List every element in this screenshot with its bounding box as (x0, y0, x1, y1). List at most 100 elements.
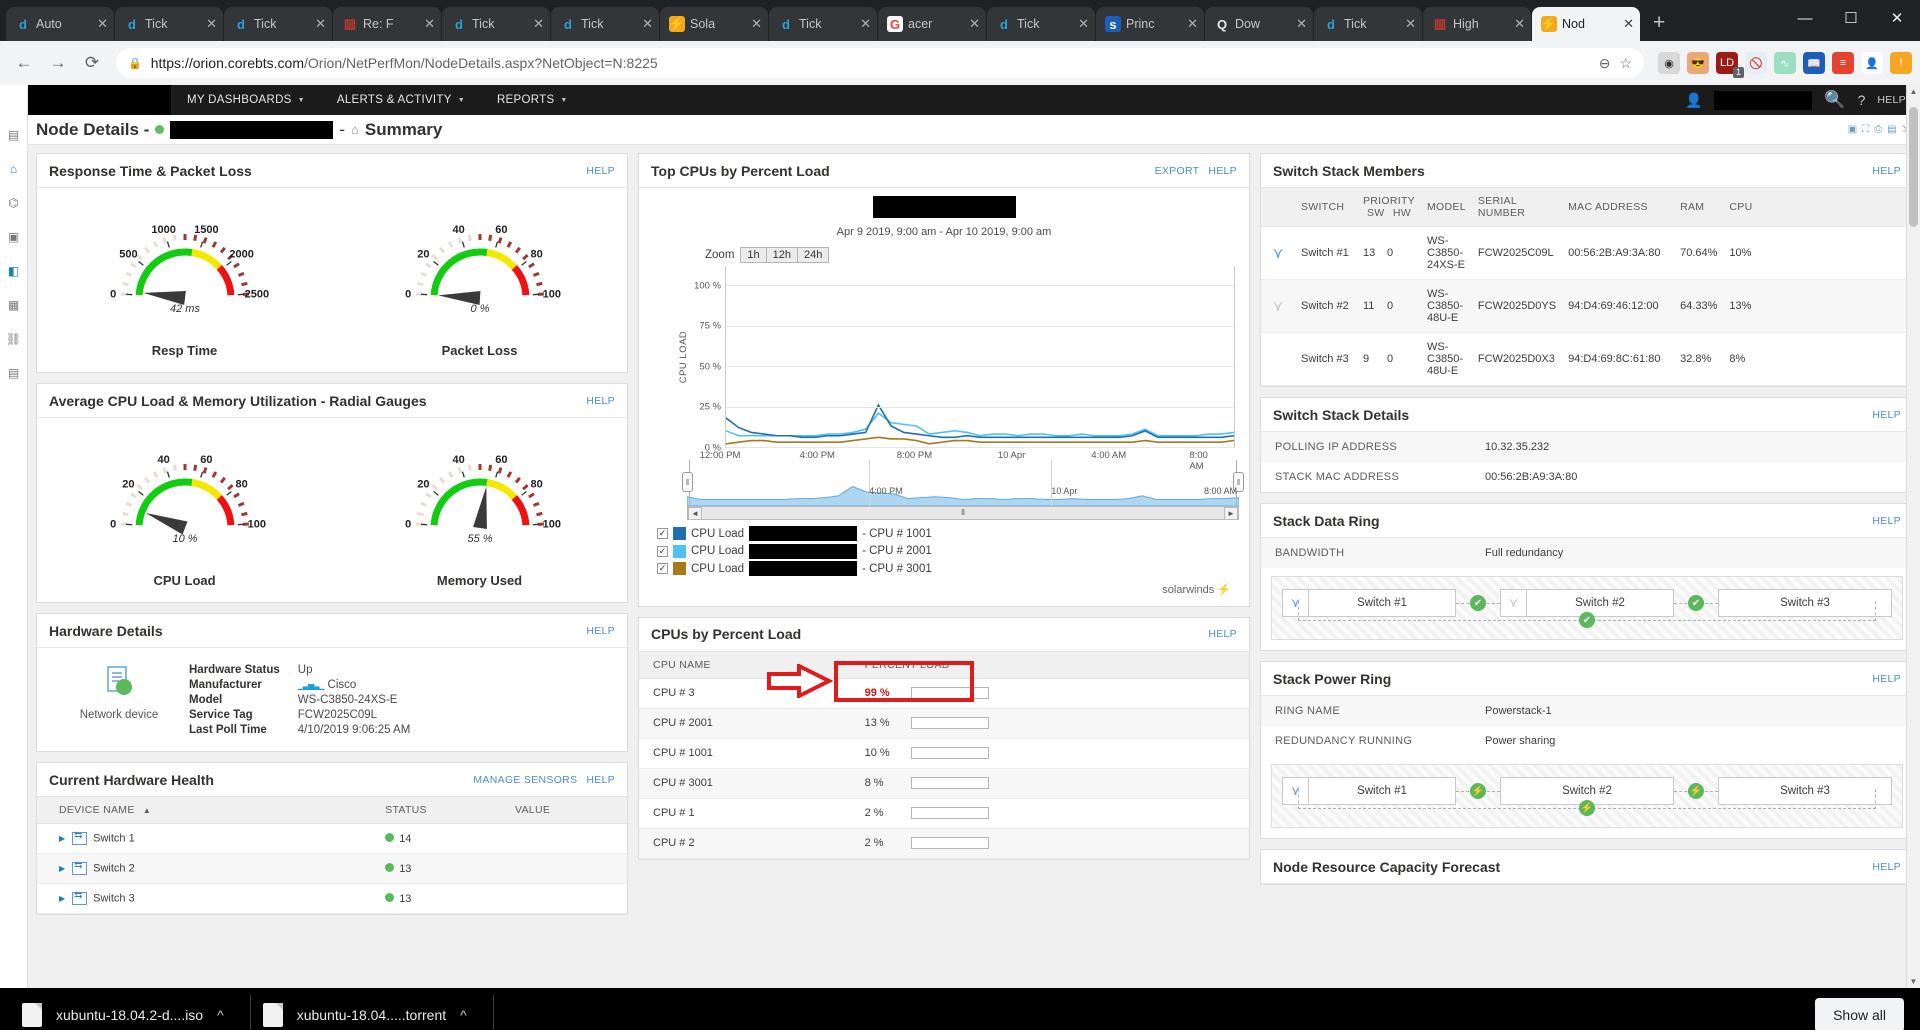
user-icon[interactable]: 👤 (1685, 92, 1702, 109)
browser-tab[interactable]: Gacer ✕ (878, 7, 986, 41)
tab-close-icon[interactable]: ✕ (642, 16, 653, 32)
legend-checkbox[interactable]: ✓ (657, 528, 668, 539)
node-icon[interactable]: ◧ (6, 263, 22, 279)
table-row[interactable]: ▶ Switch 2 13 (37, 853, 627, 884)
col-value[interactable]: VALUE (508, 797, 627, 824)
col-ram[interactable]: RAM (1674, 188, 1724, 227)
expand-triangle-icon[interactable]: ▶ (59, 894, 65, 903)
customize-icon[interactable]: ▣ (1848, 124, 1857, 135)
help-link[interactable]: HELP (586, 165, 615, 177)
browser-tab[interactable]: ⚡ Nod ✕ (1532, 7, 1640, 41)
scroll-right-arrow[interactable]: ► (1224, 506, 1238, 520)
update-alert-icon[interactable]: ! (1890, 52, 1912, 74)
nav-alerts-activity[interactable]: ALERTS & ACTIVITY ▼ (321, 94, 481, 106)
tab-close-icon[interactable]: ✕ (1187, 16, 1198, 32)
browser-tab[interactable]: d Tick ✕ (987, 7, 1095, 41)
todoist-icon[interactable]: ≡ (1832, 52, 1854, 74)
page-scrollbar[interactable]: ▲ ▼ (1906, 85, 1920, 988)
search-icon[interactable]: 🔍 (1824, 90, 1845, 110)
zoom-24h-button[interactable]: 24h (797, 247, 830, 263)
audio-icon[interactable]: ∿ (1774, 52, 1796, 74)
col-device-name[interactable]: DEVICE NAME ▲ (37, 797, 380, 824)
topology-icon[interactable]: ⛓ (6, 331, 22, 347)
browser-tab[interactable]: Q Dow ✕ (1205, 7, 1313, 41)
table-row[interactable]: ▶ Switch 1 14 (37, 823, 627, 854)
devices-icon[interactable]: ▣ (6, 229, 22, 245)
col-cpu-name[interactable]: CPU NAME (639, 651, 859, 679)
scroll-down-arrow[interactable]: ▼ (1907, 977, 1920, 986)
nav-reports[interactable]: REPORTS ▼ (481, 94, 584, 106)
scroll-up-arrow[interactable]: ▲ (1907, 87, 1920, 96)
browser-tab[interactable]: ▥ Re: F ✕ (333, 7, 441, 41)
help-link[interactable]: HELP (1872, 165, 1901, 177)
star-icon[interactable]: ☆ (1619, 55, 1632, 72)
chart-icon[interactable]: ▤ (6, 127, 22, 143)
table-row[interactable]: ⋎ Switch #2 11 0 WS-C3850-48U-E FCW2025D0YS 94… (1261, 279, 1913, 333)
layers-icon[interactable]: ▦ (6, 297, 22, 313)
table-row[interactable]: ⋎ Switch #1 13 0 WS-C3850-24XS-E FCW2025C09L 0… (1261, 226, 1913, 280)
download-item[interactable]: xubuntu-18.04.....torrent ^ (251, 995, 494, 1030)
tab-close-icon[interactable]: ✕ (1623, 16, 1634, 32)
profile-avatar-icon[interactable]: ◉ (1658, 52, 1680, 74)
chevron-up-icon[interactable]: ^ (460, 1007, 467, 1023)
export-link[interactable]: EXPORT (1155, 165, 1200, 177)
minimize-button[interactable]: — (1782, 2, 1828, 34)
chart-scrollbar[interactable]: ◄ ⦀ ► (687, 506, 1239, 520)
report-icon[interactable]: ▤ (6, 365, 22, 381)
browser-tab[interactable]: ▥ High ✕ (1423, 7, 1531, 41)
network-icon[interactable]: ⌬ (6, 195, 22, 211)
export-icon[interactable]: ▤ (1887, 124, 1896, 135)
tab-close-icon[interactable]: ✕ (97, 16, 108, 32)
user-account-icon[interactable]: 👤 (1861, 52, 1883, 74)
table-row[interactable]: CPU # 3001 8 % (639, 768, 1249, 799)
manage-sensors-link[interactable]: MANAGE SENSORS (473, 774, 577, 786)
download-item[interactable]: xubuntu-18.04.2-d....iso ^ (10, 995, 251, 1030)
table-row[interactable]: CPU # 3 99 % (639, 678, 1249, 709)
help-link[interactable]: HELP (586, 395, 615, 407)
new-tab-button[interactable]: + (1641, 11, 1677, 41)
maximize-button[interactable]: ☐ (1828, 2, 1874, 34)
browser-tab[interactable]: d Tick ✕ (769, 7, 877, 41)
help-link[interactable]: HELP (1208, 628, 1237, 640)
col-cpu[interactable]: CPU (1723, 188, 1913, 227)
browser-tab[interactable]: d Tick ✕ (442, 7, 550, 41)
table-row[interactable]: CPU # 1 2 % (639, 798, 1249, 829)
back-button[interactable]: ← (8, 47, 40, 79)
table-row[interactable]: CPU # 1001 10 % (639, 738, 1249, 769)
tab-close-icon[interactable]: ✕ (533, 16, 544, 32)
col-switch[interactable]: SWITCH (1295, 188, 1357, 227)
tab-close-icon[interactable]: ✕ (1514, 16, 1525, 32)
reload-button[interactable]: ⟳ (76, 47, 108, 79)
help-link[interactable]: HELP (1872, 861, 1901, 873)
bitmoji-icon[interactable]: 😎 (1687, 52, 1709, 74)
help-link[interactable]: HELP (1872, 515, 1901, 527)
fullscreen-icon[interactable]: ⛶ (1862, 124, 1869, 135)
col-mac[interactable]: MAC ADDRESS (1562, 188, 1675, 227)
forward-button[interactable]: → (42, 47, 74, 79)
tab-close-icon[interactable]: ✕ (315, 16, 326, 32)
tab-close-icon[interactable]: ✕ (860, 16, 871, 32)
chevron-up-icon[interactable]: ^ (217, 1007, 224, 1023)
help-link[interactable]: HELP (586, 625, 615, 637)
help-link[interactable]: HELP (586, 774, 615, 786)
nav-my-dashboards[interactable]: MY DASHBOARDS ▼ (171, 94, 321, 106)
browser-tab[interactable]: d Tick ✕ (1314, 7, 1422, 41)
plot-area[interactable] (725, 266, 1235, 448)
legend-item[interactable]: ✓ CPU Load - CPU # 1001 (657, 526, 1239, 541)
tab-close-icon[interactable]: ✕ (206, 16, 217, 32)
home-icon[interactable]: ⌂ (6, 161, 22, 177)
tab-close-icon[interactable]: ✕ (424, 16, 435, 32)
print-icon[interactable]: ⎙ (1874, 124, 1882, 135)
browser-tab[interactable]: d Auto ✕ (6, 7, 114, 41)
help-link[interactable]: HELP (1872, 673, 1901, 685)
browser-tab[interactable]: ⚡ Sola ✕ (660, 7, 768, 41)
table-row[interactable]: CPU # 2 2 % (639, 828, 1249, 859)
tab-close-icon[interactable]: ✕ (969, 16, 980, 32)
scroll-left-arrow[interactable]: ◄ (688, 506, 702, 520)
browser-tab[interactable]: d Tick ✕ (115, 7, 223, 41)
dictionary-icon[interactable]: 📖 (1803, 52, 1825, 74)
table-row[interactable]: Switch #3 9 0 WS-C3850-48U-E FCW2025D0X3 94:D… (1261, 332, 1913, 386)
tab-close-icon[interactable]: ✕ (751, 16, 762, 32)
orion-logo-redacted[interactable] (28, 85, 171, 115)
navigator-handle-left[interactable]: ⦀ (682, 472, 693, 492)
